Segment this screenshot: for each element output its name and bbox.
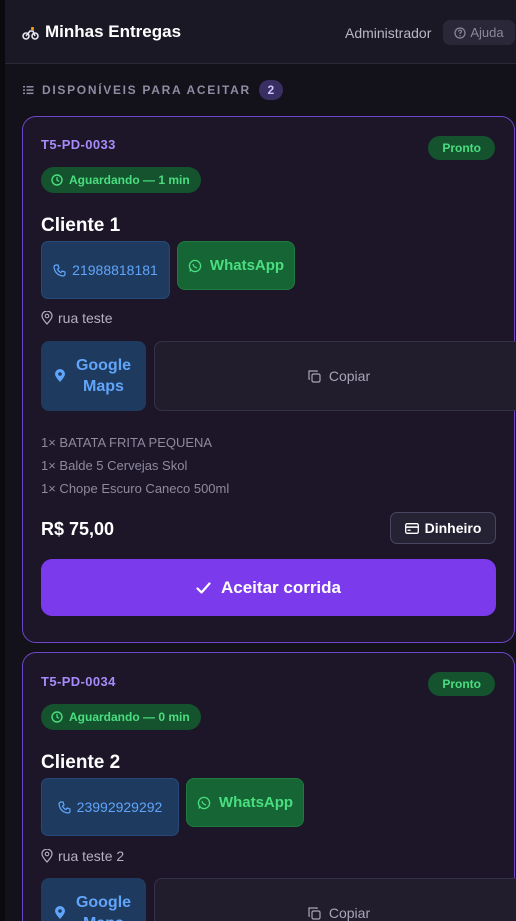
phone-icon [53, 263, 66, 277]
page-title: Minhas Entregas [45, 22, 182, 41]
whatsapp-button[interactable]: WhatsApp [186, 778, 304, 827]
left-rail [0, 0, 5, 921]
phone-button[interactable]: 23992929292 [41, 778, 179, 836]
address: rua teste 2 [41, 848, 124, 864]
phone-icon [58, 800, 71, 814]
order-code: T5-PD-0033 [41, 137, 116, 152]
navigation-icon [54, 906, 66, 920]
google-maps-label: Google Maps [75, 357, 132, 395]
clock-icon [51, 711, 63, 723]
whatsapp-icon [188, 259, 202, 273]
google-maps-button[interactable]: Google Maps [41, 341, 146, 411]
help-label: Ajuda [470, 25, 504, 40]
accept-label: Aceitar corrida [221, 577, 341, 597]
section-header: DISPONÍVEIS PARA ACEITAR 2 [23, 80, 283, 100]
list-icon [23, 85, 34, 95]
address-text: rua teste 2 [58, 848, 125, 864]
map-pin-icon [41, 849, 53, 863]
help-button[interactable]: Ajuda [443, 20, 515, 45]
top-bar: Minhas Entregas Administrador Ajuda [5, 0, 516, 64]
whatsapp-button[interactable]: WhatsApp [177, 241, 295, 290]
phone-number: 21988818181 [72, 262, 158, 278]
order-code: T5-PD-0034 [41, 674, 116, 689]
user-role: Administrador [345, 25, 432, 41]
copy-label: Copiar [328, 368, 371, 384]
status-badge: Pronto [428, 672, 495, 696]
waiting-badge: Aguardando — 0 min [41, 704, 201, 730]
order-items: 1× BATATA FRITA PEQUENA 1× Balde 5 Cerve… [41, 431, 229, 500]
client-name: Cliente 2 [41, 752, 121, 773]
copy-icon [308, 369, 321, 383]
whatsapp-icon [197, 796, 211, 810]
accept-ride-button[interactable]: Aceitar corrida [41, 559, 496, 616]
check-icon [196, 581, 211, 594]
google-maps-button[interactable]: Google Maps [41, 878, 146, 921]
brand: Minhas Entregas [22, 22, 181, 42]
list-item: 1× Balde 5 Cervejas Skol [41, 458, 188, 473]
list-item: 1× BATATA FRITA PEQUENA [41, 435, 213, 450]
status-badge: Pronto [428, 136, 495, 160]
map-pin-icon [41, 311, 53, 325]
waiting-badge: Aguardando — 1 min [41, 167, 201, 193]
copy-address-button[interactable]: Copiar [154, 878, 516, 921]
cash-icon [404, 522, 419, 534]
whatsapp-label: WhatsApp [209, 257, 285, 274]
phone-button[interactable]: 21988818181 [41, 241, 170, 299]
navigation-icon [54, 369, 66, 383]
google-maps-label: Google Maps [75, 894, 132, 921]
phone-number: 23992929292 [76, 799, 163, 815]
copy-address-button[interactable]: Copiar [154, 341, 516, 411]
copy-label: Copiar [328, 905, 371, 921]
client-name: Cliente 1 [41, 215, 121, 236]
order-total: R$ 75,00 [41, 519, 115, 539]
waiting-text: Aguardando — 1 min [69, 173, 190, 187]
waiting-text: Aguardando — 0 min [69, 710, 190, 724]
payment-label: Dinheiro [424, 520, 482, 536]
delivery-card: T5-PD-0033 Pronto Aguardando — 1 min Cli… [22, 116, 516, 643]
list-item: 1× Chope Escuro Caneco 500ml [41, 481, 230, 496]
motorcycle-icon [22, 24, 39, 41]
payment-badge: Dinheiro [390, 512, 496, 544]
clock-icon [51, 174, 63, 186]
address: rua teste [41, 310, 112, 326]
whatsapp-label: WhatsApp [218, 794, 294, 811]
delivery-card: T5-PD-0034 Pronto Aguardando — 0 min Cli… [22, 652, 516, 921]
question-circle-icon [454, 26, 466, 39]
copy-icon [308, 906, 321, 920]
address-text: rua teste [58, 310, 113, 326]
count-badge: 2 [258, 80, 283, 100]
section-title: DISPONÍVEIS PARA ACEITAR [42, 83, 251, 97]
